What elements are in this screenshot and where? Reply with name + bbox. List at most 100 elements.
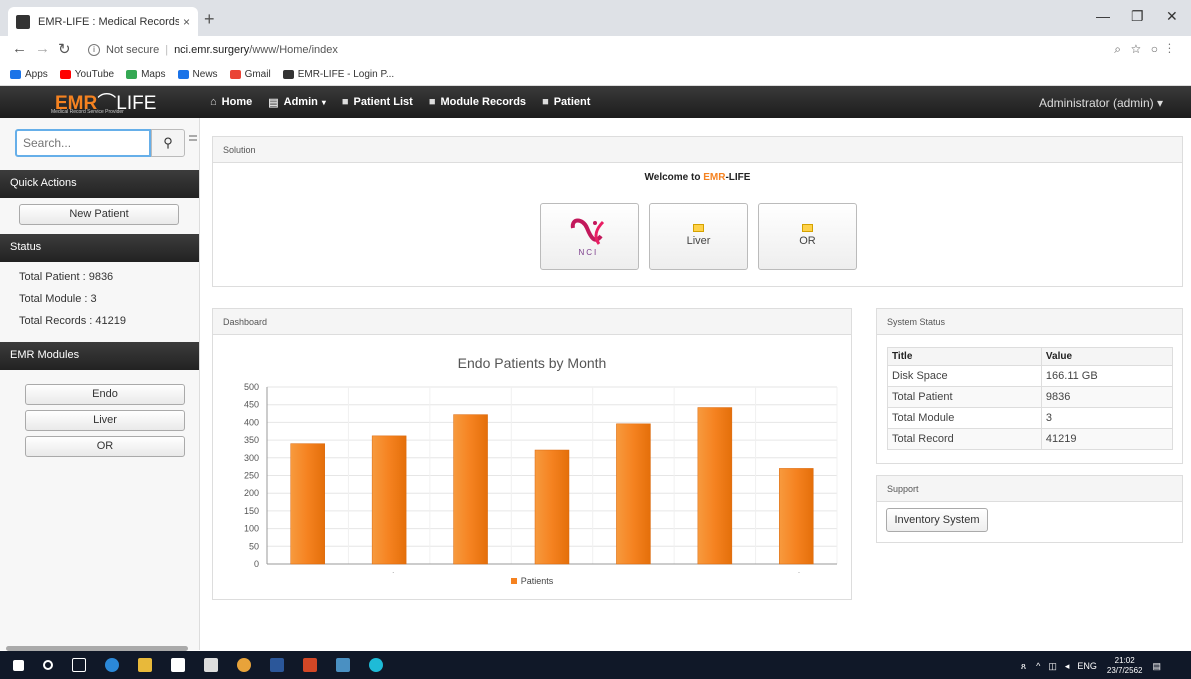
bookmark-news[interactable]: News [177, 69, 218, 80]
network-icon[interactable]: ◫ [1048, 661, 1057, 672]
new-tab-button[interactable]: + [204, 9, 215, 30]
nav-module-records[interactable]: ■ Module Records [429, 96, 526, 108]
maximize-icon[interactable]: ❐ [1131, 8, 1144, 25]
chart-legend[interactable]: Patients [217, 576, 847, 586]
word-icon[interactable] [270, 658, 284, 672]
stat-total-patient: Total Patient : 9836 [19, 271, 114, 283]
edge-icon[interactable] [105, 658, 119, 672]
bookmark-youtube[interactable]: YouTube [59, 69, 115, 80]
search-icon[interactable]: ⚲ [151, 129, 185, 157]
clock[interactable]: 21:02 23/7/2562 [1107, 656, 1143, 676]
y-tick-label: 300 [244, 453, 259, 463]
back-icon[interactable]: ← [12, 40, 27, 57]
logo-tagline: Medical Record Service Provider [51, 109, 124, 115]
bookmark-apps[interactable]: Apps [10, 69, 48, 80]
people-icon[interactable]: ጸ [1021, 661, 1026, 672]
chrome-icon[interactable] [237, 658, 251, 672]
y-tick-label: 250 [244, 471, 259, 481]
or-module-button[interactable]: OR [758, 203, 857, 270]
browser-tab[interactable]: EMR-LIFE : Medical Records Serv × [8, 7, 198, 36]
user-menu[interactable]: Administrator (admin) ▾ [1039, 96, 1163, 110]
search-input[interactable] [15, 129, 151, 157]
nav-patient-list[interactable]: ■ Patient List [342, 96, 413, 108]
folder-icon [693, 224, 704, 232]
bar [616, 423, 651, 565]
tab-close-icon[interactable]: × [183, 15, 190, 29]
table-cell: 41219 [1040, 428, 1174, 450]
search-box: ⚲ [15, 129, 185, 157]
emr-favicon-icon [282, 70, 294, 79]
bar [290, 443, 325, 565]
volume-icon[interactable]: ◂ [1065, 661, 1070, 672]
close-window-icon[interactable]: ✕ [1166, 8, 1178, 25]
welcome-post: -LIFE [725, 172, 751, 183]
bar [697, 407, 733, 565]
minimize-icon[interactable]: — [1096, 8, 1110, 24]
table-cell: 9836 [1040, 386, 1174, 408]
notifications-icon[interactable]: ▤ [1152, 661, 1161, 672]
reload-icon[interactable]: ↻ [58, 40, 71, 58]
y-tick-label: 500 [244, 382, 259, 392]
browser-actions[interactable]: ⌕☆○⋮ [1114, 42, 1181, 57]
legend-swatch [510, 578, 517, 584]
tray-overflow-icon[interactable]: ^ [1036, 661, 1040, 671]
mail-icon[interactable] [204, 658, 218, 672]
nav-link-label: Admin [283, 96, 318, 108]
store-icon[interactable] [171, 658, 185, 672]
ie-icon[interactable] [369, 658, 383, 672]
brand-logo[interactable]: EMR⌒LIFE Medical Record Service Provider [0, 86, 210, 118]
nav-links: ⌂ Home ▤ Admin ▾ ■ Patient List ■ Module Reco… [210, 96, 606, 109]
language-indicator[interactable]: ENG [1077, 661, 1097, 671]
bookmark-label: YouTube [74, 69, 115, 80]
x-tick-label: Jun [707, 572, 723, 573]
windows-taskbar: ጸ ^ ◫ ◂ ENG 21:02 23/7/2562 ▤ [0, 651, 1191, 679]
nav-link-label: Module Records [440, 96, 527, 108]
table-cell: Total Patient [887, 386, 1042, 408]
bookmark-label: Gmail [244, 69, 271, 80]
system-status-table: Title Value Disk Space 166.11 GB Total Pa… [887, 347, 1174, 450]
url-field[interactable]: i Not secure | nci.emr.surgery /www/Home… [88, 39, 1088, 61]
url-host: nci.emr.surgery [174, 44, 250, 56]
task-view-icon[interactable] [72, 658, 86, 672]
x-tick-label: Mar [462, 572, 480, 573]
support-panel: Support Inventory System [876, 475, 1183, 543]
nav-admin[interactable]: ▤ Admin ▾ [268, 96, 326, 109]
bar [371, 435, 407, 565]
system-tray: ጸ ^ ◫ ◂ ENG 21:02 23/7/2562 ▤ [1021, 656, 1161, 676]
admin-icon: ▤ [268, 96, 279, 109]
bookmark-gmail[interactable]: Gmail [229, 69, 271, 80]
bookmark-emr-login[interactable]: EMR-LIFE - Login P... [282, 69, 394, 80]
system-status-header: System Status [877, 309, 1182, 335]
module-or-button[interactable]: OR [25, 436, 185, 457]
bookmark-maps[interactable]: Maps [126, 69, 166, 80]
column-header: Title [887, 347, 1042, 366]
powerpoint-icon[interactable] [303, 658, 317, 672]
sidebar-toggle-icon[interactable] [189, 135, 197, 143]
app-icon[interactable] [336, 658, 350, 672]
bar [534, 449, 570, 565]
dashboard-panel: Dashboard Endo Patients by Month 0 50 100 1… [212, 308, 852, 600]
nci-module-button[interactable]: NCI [540, 203, 639, 270]
bookmarks-bar: Apps YouTube Maps News Gmail EMR-LIFE - … [0, 64, 1191, 86]
file-explorer-icon[interactable] [138, 658, 152, 672]
liver-module-button[interactable]: Liver [649, 203, 748, 270]
legend-label: Patients [520, 576, 554, 586]
nav-patient[interactable]: ■ Patient [542, 96, 590, 108]
module-liver-button[interactable]: Liver [25, 410, 185, 431]
welcome-pre: Welcome to [644, 172, 704, 183]
search-icon[interactable] [43, 660, 53, 670]
app-navbar: EMR⌒LIFE Medical Record Service Provider… [0, 86, 1191, 118]
forward-icon[interactable]: → [35, 40, 50, 57]
solution-header: Solution [213, 137, 1182, 163]
windows-start-icon[interactable] [13, 659, 24, 671]
nav-home[interactable]: ⌂ Home [210, 96, 252, 108]
table-cell: Disk Space [887, 365, 1042, 387]
info-icon[interactable]: i [88, 44, 100, 56]
url-security: Not secure [106, 44, 160, 56]
table-header-row: Title Value [887, 347, 1174, 366]
new-patient-button[interactable]: New Patient [19, 204, 179, 225]
inventory-system-button[interactable]: Inventory System [886, 508, 988, 532]
x-tick-label: May [624, 572, 643, 573]
module-endo-button[interactable]: Endo [25, 384, 185, 405]
browser-tab-bar: EMR-LIFE : Medical Records Serv × + — ❐ … [0, 0, 1191, 36]
